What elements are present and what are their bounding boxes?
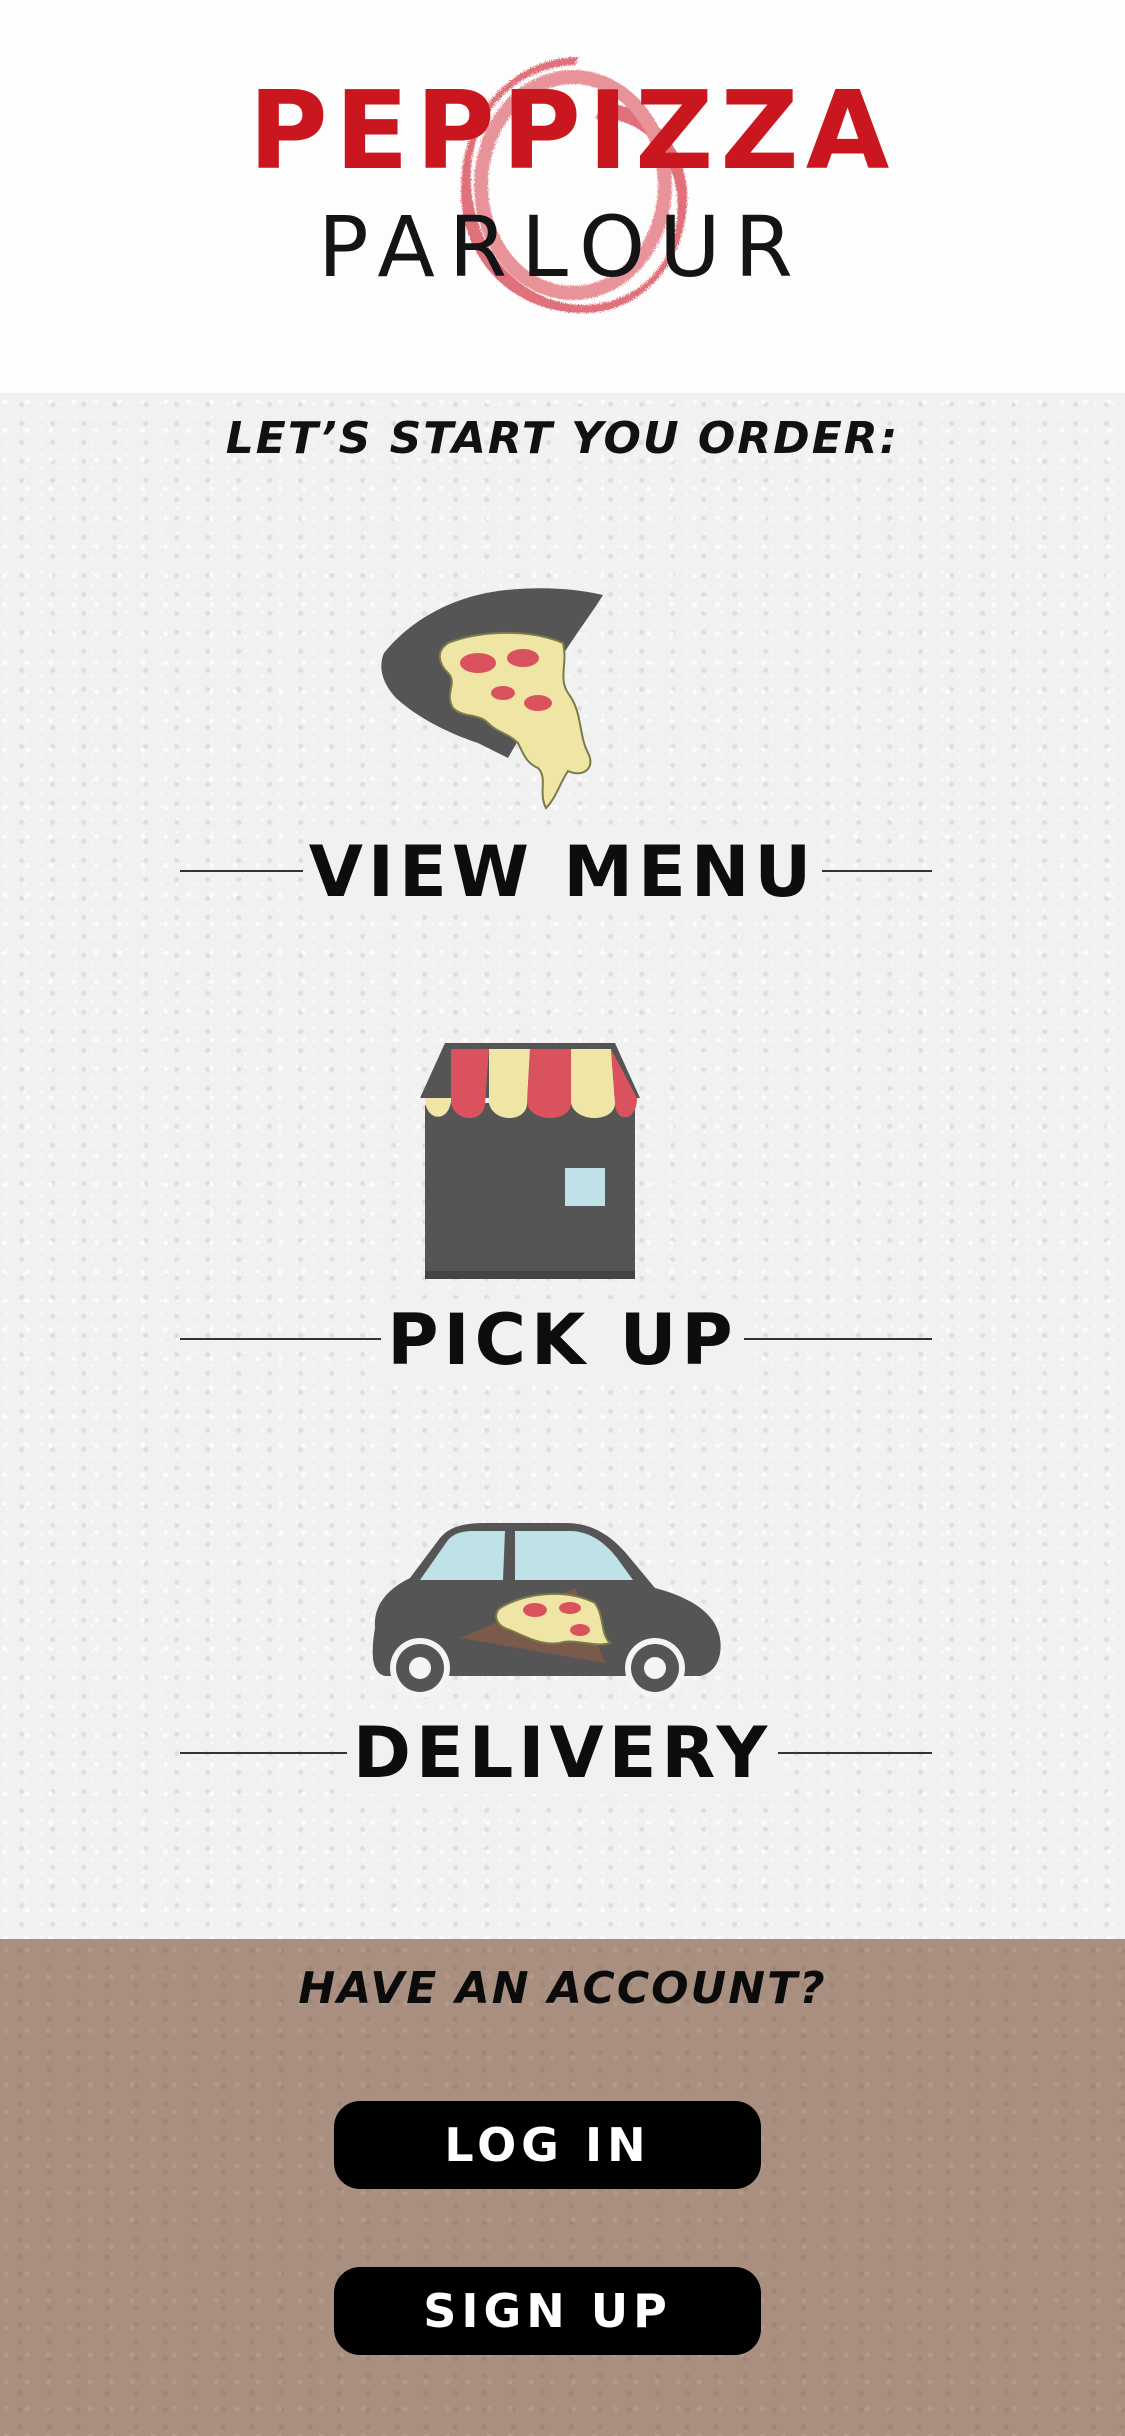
view-menu-label: VIEW MENU xyxy=(0,831,1125,913)
delivery-car-icon xyxy=(372,1523,721,1698)
pick-up-label: PICK UP xyxy=(0,1299,1125,1381)
app-screen: PEPPIZZA PARLOUR LET’S START YOU ORDER: … xyxy=(0,0,1125,2436)
view-menu-option[interactable]: VIEW MENU xyxy=(0,583,1125,933)
account-section: HAVE AN ACCOUNT? LOG IN SIGN UP xyxy=(0,1939,1125,2436)
storefront-icon xyxy=(420,1043,640,1279)
delivery-option[interactable]: DELIVERY xyxy=(0,1518,1125,1838)
order-prompt-heading: LET’S START YOU ORDER: xyxy=(225,413,900,464)
delivery-label: DELIVERY xyxy=(0,1712,1125,1794)
header: PEPPIZZA PARLOUR xyxy=(0,0,1125,393)
sign-up-button[interactable]: SIGN UP xyxy=(334,2267,761,2355)
log-in-button[interactable]: LOG IN xyxy=(334,2101,761,2189)
pick-up-option[interactable]: PICK UP xyxy=(0,1043,1125,1413)
brand-name-line1: PEPPIZZA xyxy=(248,69,897,194)
account-heading: HAVE AN ACCOUNT? xyxy=(298,1963,827,2014)
order-options-section: LET’S START YOU ORDER: VIEW MENU PICK UP… xyxy=(0,393,1125,1939)
brand-logo: PEPPIZZA PARLOUR xyxy=(0,0,1125,393)
brand-name-line2: PARLOUR xyxy=(318,198,807,296)
pizza-slice-icon xyxy=(381,588,603,810)
